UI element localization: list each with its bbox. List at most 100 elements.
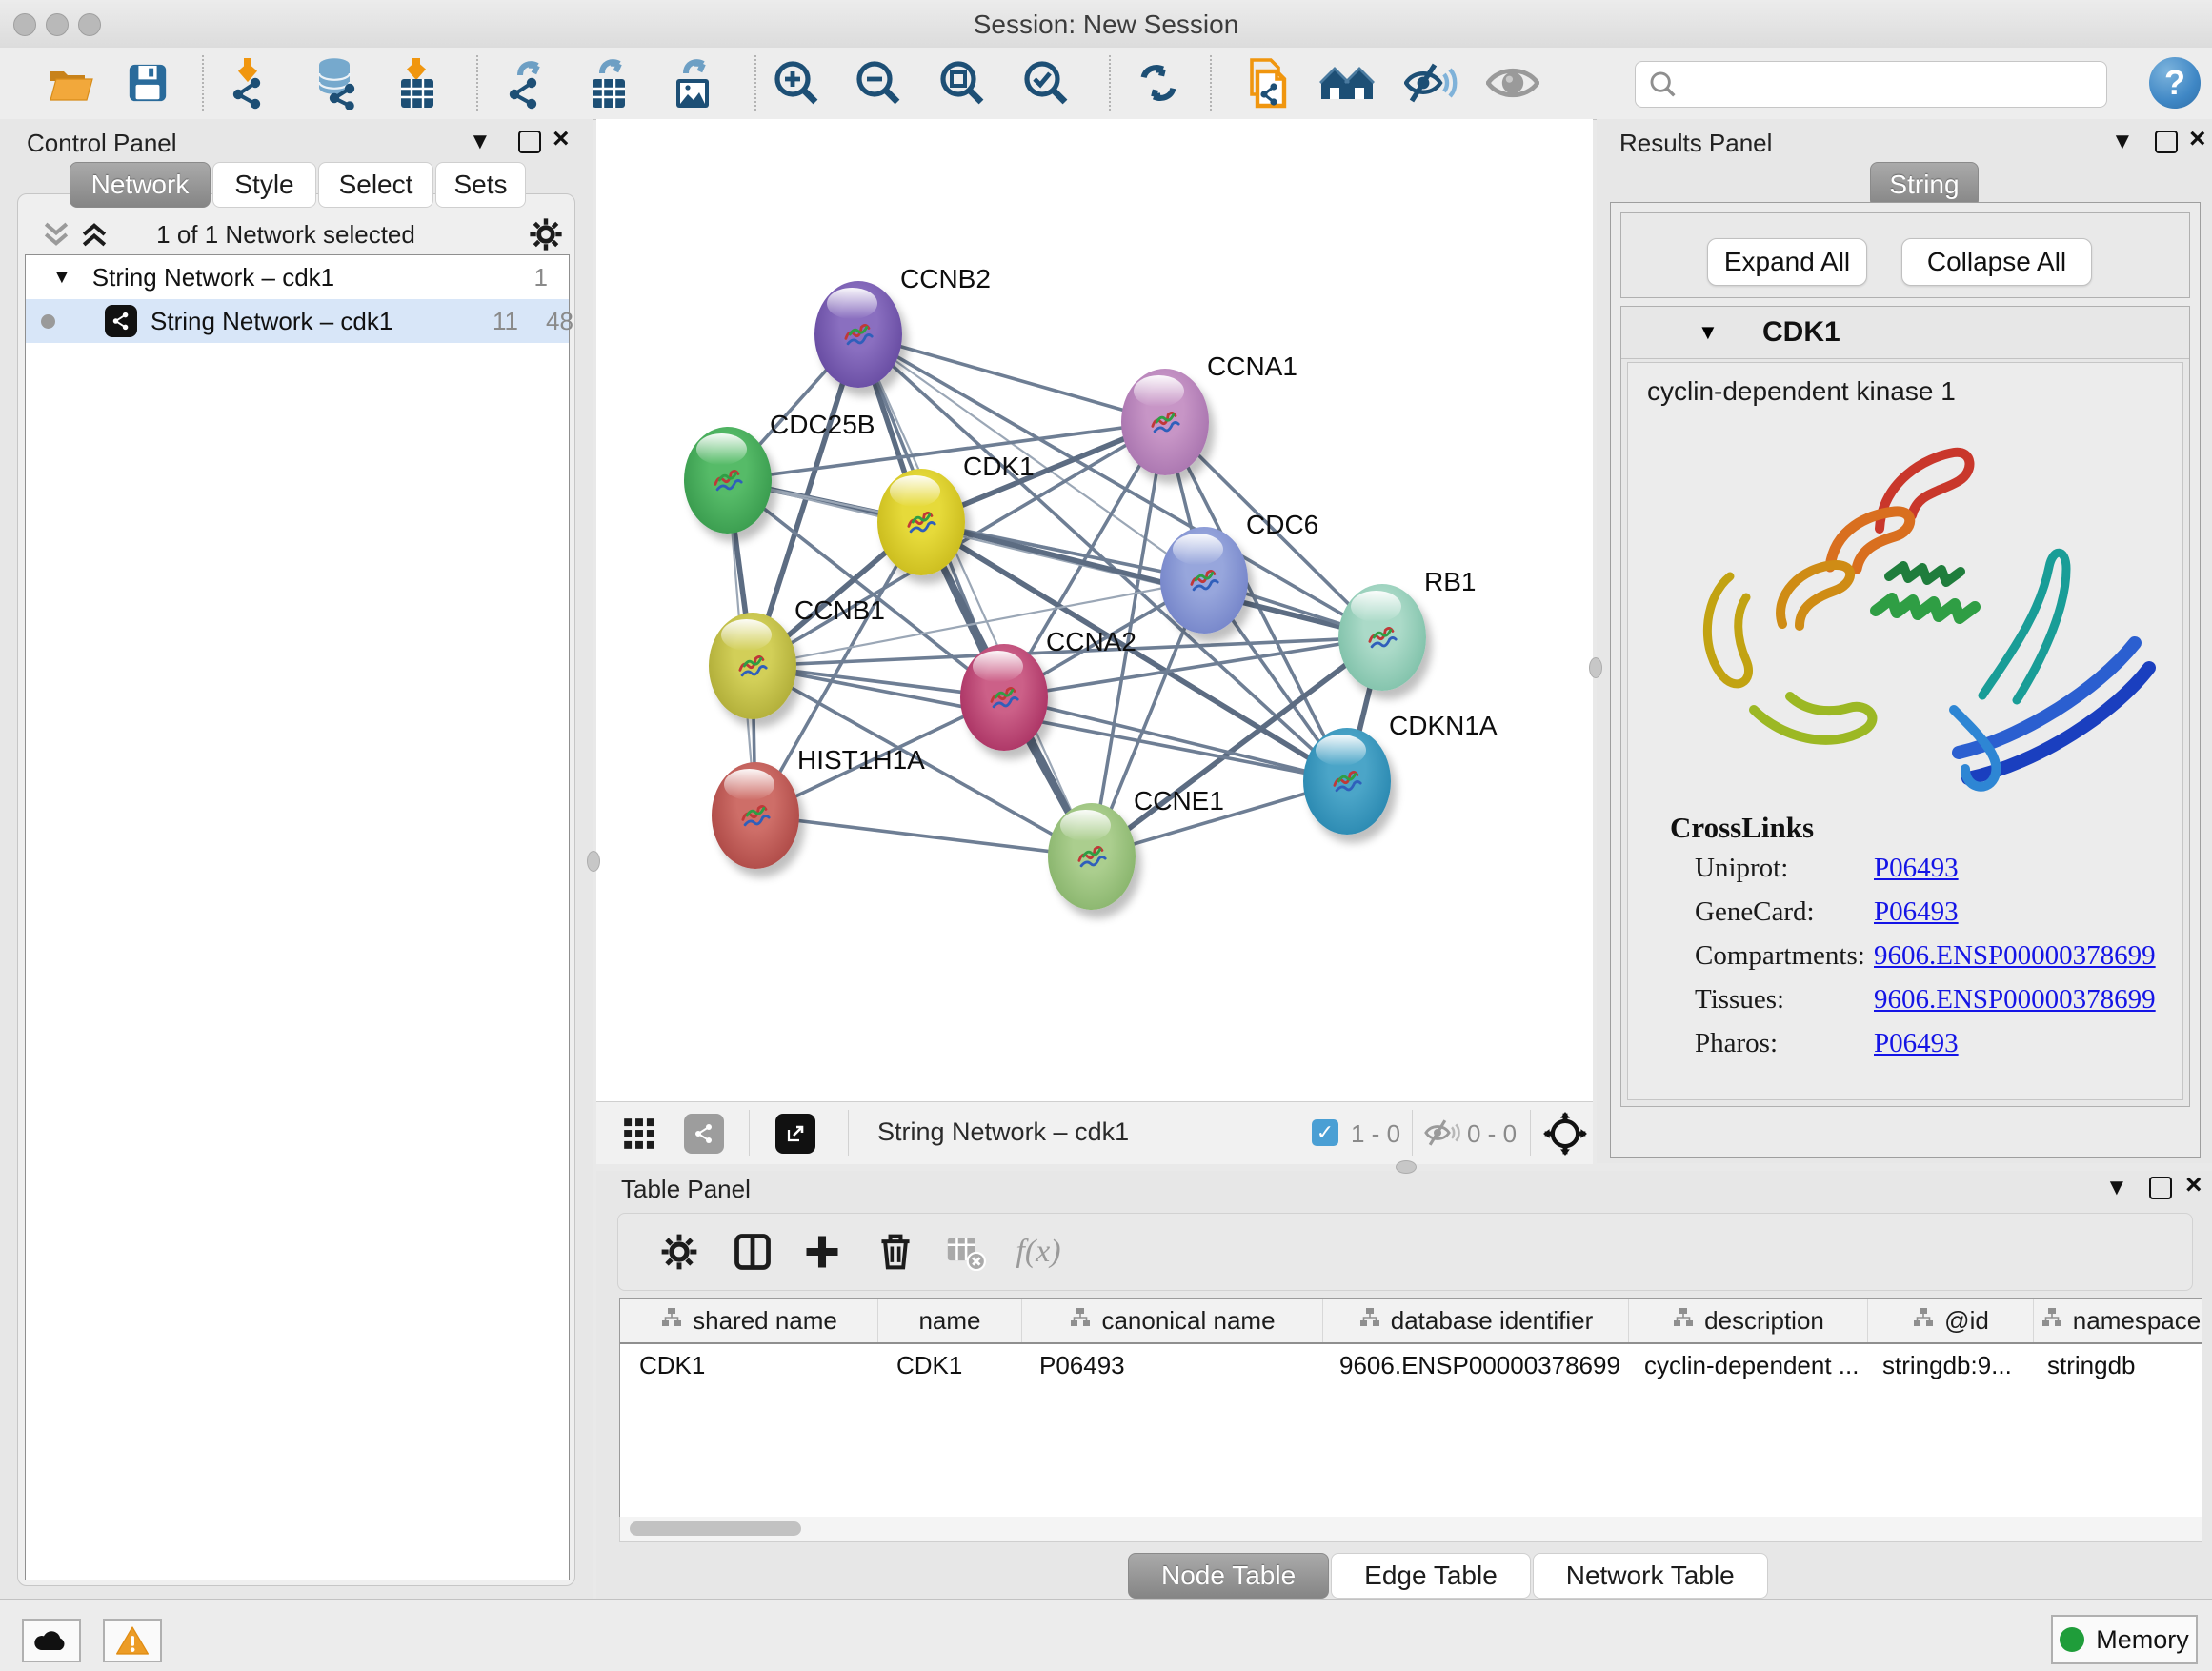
home-layout-button[interactable] (1316, 51, 1378, 114)
collapse-all-button[interactable]: Collapse All (1901, 238, 2092, 286)
close-panel-icon[interactable]: × (2189, 125, 2206, 153)
table-cell[interactable]: stringdb:9... (1863, 1344, 2028, 1386)
crosslink-link[interactable]: P06493 (1874, 853, 1959, 884)
table-row[interactable]: CDK1CDK1P064939606.ENSP00000378699cyclin… (620, 1344, 2202, 1386)
gene-section-header[interactable]: ▼ CDK1 (1621, 307, 2189, 359)
tab-style[interactable]: Style (212, 162, 316, 208)
splitter-handle[interactable] (587, 851, 600, 872)
expand-all-button[interactable]: Expand All (1707, 238, 1867, 286)
graphics-details-button[interactable] (1481, 51, 1544, 114)
network-node-cdkn1a[interactable] (1303, 728, 1391, 835)
network-edge-ccnb2-ccne1[interactable] (858, 334, 1092, 856)
export-network-button[interactable] (494, 51, 557, 114)
collapse-panel-icon[interactable]: ▼ (2105, 1177, 2128, 1199)
network-node-ccne1[interactable] (1048, 803, 1136, 910)
refresh-button[interactable] (1127, 51, 1190, 114)
tab-string[interactable]: String (1870, 162, 1979, 208)
zoom-in-button[interactable] (765, 51, 828, 114)
network-canvas[interactable]: CCNB2CCNA1CDC25BCDK1CDC6RB1CCNB1CCNA2CDK… (596, 119, 1593, 1101)
zoom-fit-button[interactable] (931, 51, 994, 114)
crosslink-label: Uniprot: (1695, 853, 1788, 884)
table-cell[interactable]: CDK1 (620, 1344, 877, 1386)
network-node-ccnb1[interactable] (709, 613, 796, 719)
column-header-description[interactable]: description (1629, 1299, 1868, 1342)
birds-eye-view-icon[interactable] (1543, 1112, 1587, 1160)
annotations-button[interactable] (1236, 51, 1298, 114)
zoom-selected-button[interactable] (1015, 51, 1077, 114)
tab-edge-table[interactable]: Edge Table (1331, 1553, 1531, 1599)
float-panel-icon[interactable] (2155, 131, 2178, 153)
delete-column-icon[interactable] (871, 1227, 920, 1277)
warnings-button[interactable] (103, 1619, 162, 1662)
crosslink-label: Pharos: (1695, 1028, 1778, 1059)
tab-select[interactable]: Select (318, 162, 433, 208)
create-column-icon[interactable] (797, 1227, 847, 1277)
tab-network[interactable]: Network (70, 162, 211, 208)
import-table-file-button[interactable] (386, 51, 449, 114)
hide-unhide-button[interactable] (1399, 51, 1462, 114)
network-node-hist1h1a[interactable] (712, 762, 799, 869)
network-row-selected[interactable]: String Network – cdk1 11 48 (26, 299, 569, 343)
import-network-file-button[interactable] (218, 51, 281, 114)
show-columns-icon[interactable] (728, 1227, 777, 1277)
crosslink-link[interactable]: P06493 (1874, 896, 1959, 928)
tab-network-table[interactable]: Network Table (1533, 1553, 1768, 1599)
table-cell[interactable]: stringdb (2028, 1344, 2202, 1386)
network-node-cdk1[interactable] (877, 469, 965, 575)
memory-button[interactable]: Memory (2051, 1615, 2198, 1664)
save-session-button[interactable] (116, 51, 179, 114)
table-cell[interactable]: CDK1 (877, 1344, 1020, 1386)
import-network-database-button[interactable] (306, 51, 369, 114)
splitter-handle[interactable] (1396, 1160, 1417, 1174)
zoom-out-button[interactable] (847, 51, 910, 114)
network-node-ccnb2[interactable] (814, 281, 902, 388)
string-view-icon[interactable] (684, 1114, 724, 1154)
table-cell[interactable]: 9606.ENSP00000378699 (1320, 1344, 1625, 1386)
close-panel-icon[interactable]: × (2185, 1171, 2202, 1199)
open-session-button[interactable] (40, 51, 103, 114)
search-field[interactable] (1635, 61, 2107, 108)
cloud-status-button[interactable] (22, 1619, 81, 1662)
column-header-database-identifier[interactable]: database identifier (1323, 1299, 1629, 1342)
crosslink-link[interactable]: 9606.ENSP00000378699 (1874, 940, 2156, 972)
network-node-cdc25b[interactable] (684, 427, 772, 534)
network-options-gear-icon[interactable] (528, 216, 564, 257)
collapse-panel-icon[interactable]: ▼ (469, 131, 492, 153)
network-node-cdc6[interactable] (1160, 527, 1248, 634)
network-node-ccna2[interactable] (960, 644, 1048, 751)
collapse-panel-icon[interactable]: ▼ (2111, 131, 2134, 153)
grid-view-icon[interactable] (621, 1116, 657, 1157)
crosslink-link[interactable]: P06493 (1874, 1028, 1959, 1059)
help-button[interactable]: ? (2149, 57, 2201, 109)
column-header-namespace[interactable]: namespace (2034, 1299, 2202, 1342)
delete-table-icon[interactable] (940, 1227, 990, 1277)
collection-disclosure-icon[interactable]: ▼ (52, 267, 71, 289)
search-input[interactable] (1687, 69, 2106, 100)
splitter-handle[interactable] (1589, 657, 1602, 678)
column-header-shared-name[interactable]: shared name (620, 1299, 878, 1342)
table-cell[interactable]: P06493 (1020, 1344, 1320, 1386)
column-header-name[interactable]: name (878, 1299, 1022, 1342)
section-disclosure-icon[interactable]: ▼ (1698, 320, 1719, 345)
table-horizontal-scrollbar[interactable] (619, 1517, 2202, 1542)
network-edge-hist1h1a-ccne1[interactable] (755, 815, 1092, 856)
column-header--id[interactable]: @id (1868, 1299, 2034, 1342)
table-options-gear-icon[interactable] (654, 1227, 704, 1277)
scrollbar-thumb[interactable] (630, 1521, 801, 1536)
close-panel-icon[interactable]: × (553, 125, 570, 153)
detach-view-icon[interactable] (775, 1114, 815, 1154)
selected-checkbox-icon[interactable]: ✓ (1312, 1119, 1338, 1146)
table-cell[interactable]: cyclin-dependent ... (1625, 1344, 1863, 1386)
float-panel-icon[interactable] (2149, 1177, 2172, 1199)
crosslink-link[interactable]: 9606.ENSP00000378699 (1874, 984, 2156, 1016)
float-panel-icon[interactable] (518, 131, 541, 153)
export-image-button[interactable] (662, 51, 725, 114)
export-table-button[interactable] (578, 51, 641, 114)
network-collection-row[interactable]: ▼ String Network – cdk1 1 (26, 255, 569, 299)
crosslink-row: Pharos: P06493 (1628, 1028, 2182, 1072)
tab-sets[interactable]: Sets (435, 162, 526, 208)
tab-node-table[interactable]: Node Table (1128, 1553, 1329, 1599)
network-node-rb1[interactable] (1338, 584, 1426, 691)
network-node-ccna1[interactable] (1121, 369, 1209, 475)
column-header-canonical-name[interactable]: canonical name (1022, 1299, 1323, 1342)
